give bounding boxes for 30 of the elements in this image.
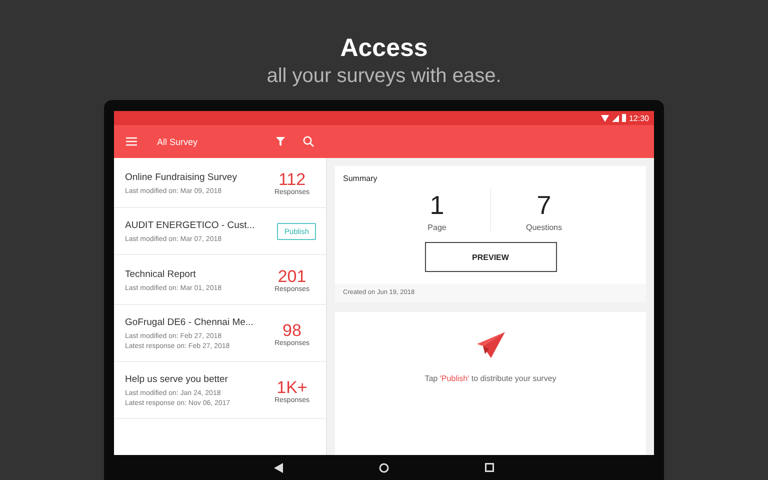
preview-button[interactable]: PREVIEW: [424, 242, 556, 272]
response-count: 112: [278, 170, 306, 189]
survey-title: Online Fundraising Survey: [125, 172, 238, 182]
response-count: 98: [282, 320, 302, 340]
publish-hint: Tap 'Publish' to distribute your survey: [424, 374, 556, 383]
response-count: 201: [278, 267, 306, 286]
headline: Access: [340, 33, 428, 63]
stat-value: 7: [536, 189, 552, 221]
filter-icon[interactable]: [276, 137, 285, 146]
recents-icon[interactable]: [485, 463, 494, 472]
search-icon[interactable]: [303, 136, 314, 147]
stat-label: Page: [428, 223, 446, 232]
survey-title: AUDIT ENERGETICO - Cust...: [125, 220, 256, 231]
battery-icon: [622, 114, 626, 122]
app-bar-title: All Survey: [157, 136, 199, 146]
menu-icon[interactable]: [126, 137, 137, 146]
stat-value: 1: [430, 189, 444, 221]
survey-title: Technical Report: [125, 268, 197, 280]
survey-title: Help us serve you better: [125, 374, 229, 385]
paper-plane-icon: [476, 332, 504, 358]
survey-title: GoFrugal DE6 - Chennai Me...: [125, 317, 254, 328]
summary-title: Summary: [342, 173, 378, 183]
home-icon[interactable]: [379, 462, 389, 472]
stat-label: Questions: [526, 223, 562, 232]
wifi-icon: [600, 114, 609, 122]
response-count: 1K+: [276, 378, 308, 396]
signal-icon: [612, 114, 619, 122]
back-icon[interactable]: [274, 462, 283, 472]
subheadline: all your surveys with ease.: [266, 64, 502, 89]
status-time: 12:30: [628, 114, 649, 122]
